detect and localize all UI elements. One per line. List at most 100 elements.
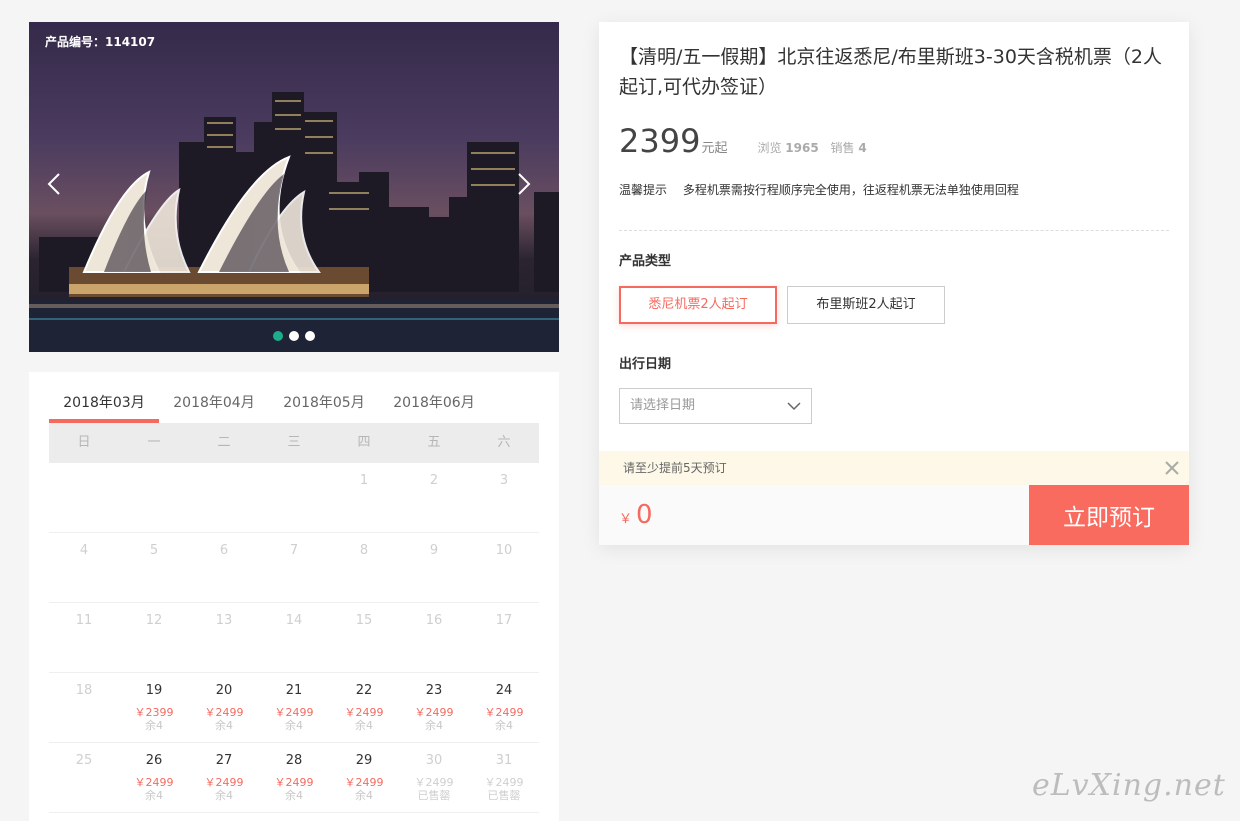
- day-stock: 余4: [215, 789, 233, 802]
- sydney-skyline-image: [29, 92, 559, 352]
- travel-date-select[interactable]: 请选择日期: [619, 388, 812, 424]
- product-panel: 【清明/五一假期】北京往返悉尼/布里斯班3-30天含税机票（2人起订,可代办签证…: [599, 22, 1189, 545]
- month-tab-1[interactable]: 2018年03月: [49, 372, 159, 423]
- day-price: ￥2499: [484, 776, 524, 789]
- carousel-dot-3[interactable]: [305, 331, 315, 341]
- day-price: ￥2499: [414, 706, 454, 719]
- day-stock: 余4: [285, 789, 303, 802]
- weekday-wed: 三: [287, 435, 301, 450]
- day-number: 6: [219, 543, 229, 558]
- chevron-left-icon: [47, 173, 60, 195]
- calendar-days: 1 2 3 4 5 6 7 8 9 10 11 12 13 14 15 16 17 18 19 ￥2399 余4 20 ￥2…: [49, 463, 539, 813]
- price-suffix: 元起: [701, 141, 728, 156]
- calendar-day-29[interactable]: 29 ￥2499 余4: [329, 743, 399, 813]
- carousel-prev-button[interactable]: [47, 172, 71, 198]
- tip-label: 温馨提示: [619, 183, 668, 197]
- travel-date-label: 出行日期: [619, 357, 672, 372]
- carousel-dot-1[interactable]: [273, 331, 283, 341]
- product-stats: 浏览 1965 销售 4: [757, 139, 874, 156]
- day-number: 24: [495, 683, 513, 698]
- day-stock: 余4: [215, 719, 233, 732]
- calendar-day-26[interactable]: 26 ￥2499 余4: [119, 743, 189, 813]
- weekday-thu: 四: [357, 435, 371, 450]
- day-number: 7: [289, 543, 299, 558]
- product-image-carousel[interactable]: 产品编号：114107: [29, 22, 559, 352]
- day-stock: 余4: [285, 719, 303, 732]
- day-number: 11: [75, 613, 93, 628]
- day-number: 19: [145, 683, 163, 698]
- calendar-day-5: 5: [119, 533, 189, 603]
- day-number: 22: [355, 683, 373, 698]
- total-currency: ￥: [619, 512, 633, 527]
- product-title: 【清明/五一假期】北京往返悉尼/布里斯班3-30天含税机票（2人起订,可代办签证…: [619, 46, 1163, 98]
- day-number: 16: [425, 613, 443, 628]
- month-tab-4[interactable]: 2018年06月: [379, 372, 489, 423]
- month-tab-2[interactable]: 2018年04月: [159, 372, 269, 423]
- day-number: 27: [215, 753, 233, 768]
- calendar-day-31: 31 ￥2499 已售罄: [469, 743, 539, 813]
- day-number: 8: [359, 543, 369, 558]
- weekday-tue: 二: [217, 435, 231, 450]
- calendar-day-20[interactable]: 20 ￥2499 余4: [189, 673, 259, 743]
- weekday-sun: 日: [77, 435, 91, 450]
- day-number: 17: [495, 613, 513, 628]
- day-price: ￥2499: [414, 776, 454, 789]
- weekday-fri: 五: [427, 435, 441, 450]
- calendar-day-22[interactable]: 22 ￥2499 余4: [329, 673, 399, 743]
- weekday-sat: 六: [497, 435, 511, 450]
- calendar-day-6: 6: [189, 533, 259, 603]
- month-tab-3[interactable]: 2018年05月: [269, 372, 379, 423]
- calendar-day-empty: [49, 463, 119, 533]
- carousel-dots: [273, 331, 315, 341]
- calendar-day-24[interactable]: 24 ￥2499 余4: [469, 673, 539, 743]
- carousel-next-button[interactable]: [517, 172, 541, 198]
- book-now-button[interactable]: 立即预订: [1029, 485, 1189, 545]
- carousel-dot-2[interactable]: [289, 331, 299, 341]
- calendar-day-23[interactable]: 23 ￥2499 余4: [399, 673, 469, 743]
- day-price: ￥2499: [274, 776, 314, 789]
- calendar-day-11: 11: [49, 603, 119, 673]
- product-price: 2399: [619, 122, 701, 160]
- calendar-day-empty: [259, 463, 329, 533]
- day-number: 25: [75, 753, 93, 768]
- day-stock: 已售罄: [417, 789, 451, 802]
- total-amount: 0: [636, 500, 653, 530]
- calendar-day-4: 4: [49, 533, 119, 603]
- sales-label: 销售: [830, 141, 855, 155]
- date-select-placeholder: 请选择日期: [630, 398, 696, 413]
- day-stock: 余4: [145, 789, 163, 802]
- calendar-day-7: 7: [259, 533, 329, 603]
- day-number: 26: [145, 753, 163, 768]
- close-icon[interactable]: [1164, 460, 1180, 476]
- calendar-day-9: 9: [399, 533, 469, 603]
- product-type-label: 产品类型: [619, 254, 672, 269]
- calendar-day-10: 10: [469, 533, 539, 603]
- day-number: 21: [285, 683, 303, 698]
- calendar-day-17: 17: [469, 603, 539, 673]
- day-stock: 余4: [145, 719, 163, 732]
- notice-text: 请至少提前5天预订: [623, 461, 727, 475]
- day-number: 10: [495, 543, 513, 558]
- calendar-day-18: 18: [49, 673, 119, 743]
- product-code: 产品编号：114107: [45, 35, 156, 49]
- day-price: ￥2499: [344, 706, 384, 719]
- day-stock: 余4: [355, 789, 373, 802]
- calendar-day-30: 30 ￥2499 已售罄: [399, 743, 469, 813]
- weekday-header: 日 一 二 三 四 五 六: [49, 423, 539, 463]
- day-stock: 余4: [355, 719, 373, 732]
- calendar-day-19[interactable]: 19 ￥2399 余4: [119, 673, 189, 743]
- type-option-brisbane[interactable]: 布里斯班2人起订: [787, 286, 945, 324]
- calendar-day-2: 2: [399, 463, 469, 533]
- day-price: ￥2499: [134, 776, 174, 789]
- day-stock: 余4: [425, 719, 443, 732]
- type-option-sydney[interactable]: 悉尼机票2人起订: [619, 286, 777, 324]
- calendar-day-3: 3: [469, 463, 539, 533]
- calendar-day-21[interactable]: 21 ￥2499 余4: [259, 673, 329, 743]
- calendar-day-28[interactable]: 28 ￥2499 余4: [259, 743, 329, 813]
- day-number: 20: [215, 683, 233, 698]
- calendar-day-27[interactable]: 27 ￥2499 余4: [189, 743, 259, 813]
- calendar-day-13: 13: [189, 603, 259, 673]
- day-number: 13: [215, 613, 233, 628]
- day-price: ￥2399: [134, 706, 174, 719]
- day-number: 28: [285, 753, 303, 768]
